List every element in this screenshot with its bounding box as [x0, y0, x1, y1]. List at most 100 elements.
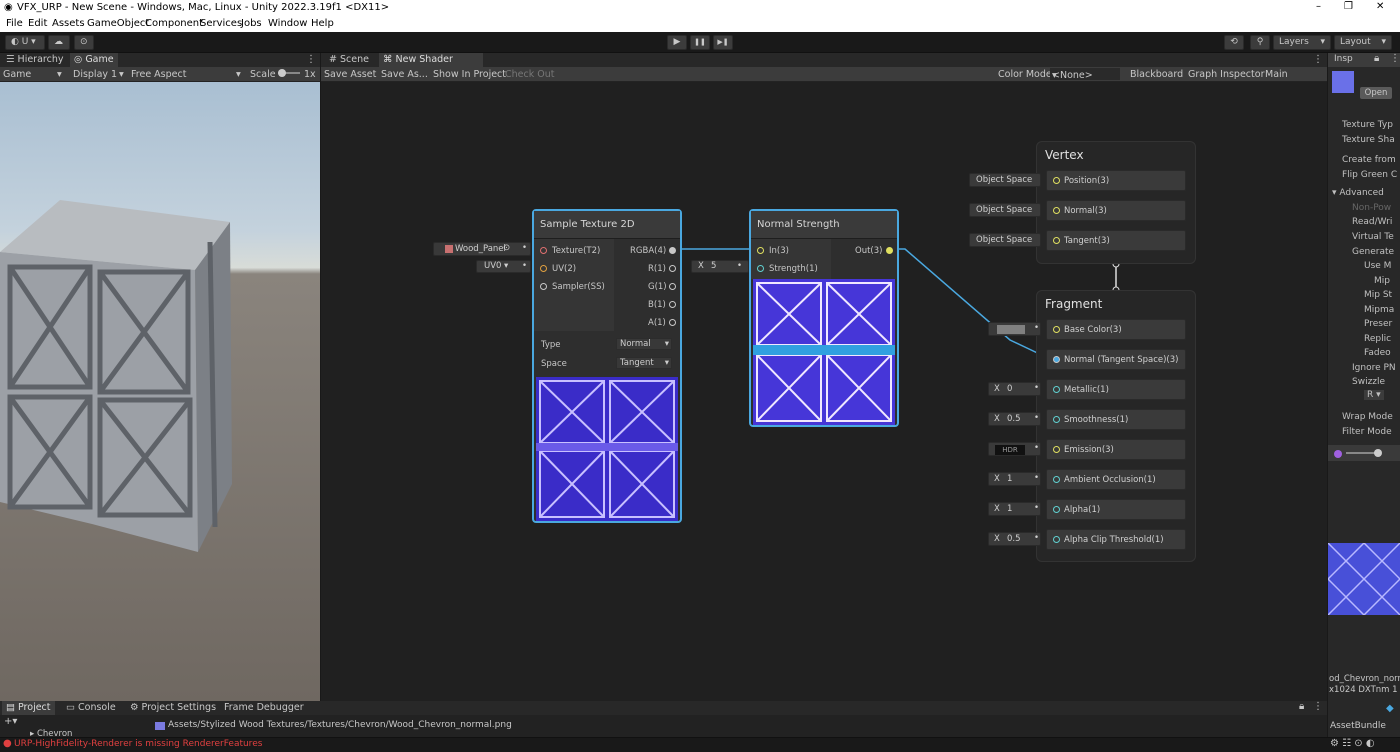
mip-stream-label: Mip St: [1364, 290, 1393, 300]
texture-preview: [536, 377, 678, 521]
ao-input[interactable]: X 1 •: [988, 472, 1041, 486]
in-port[interactable]: [757, 247, 764, 254]
metallic-input[interactable]: X 0 •: [988, 382, 1041, 396]
block-label: Alpha Clip Threshold(1): [1064, 535, 1164, 545]
inspector-panel: Insp 🔒︎ ⋮ Open Texture Typ Texture Sha Cre…: [1327, 53, 1400, 701]
tab-project-settings[interactable]: ⚙ Project Settings: [126, 701, 220, 715]
tab-frame-debugger[interactable]: Frame Debugger: [220, 701, 308, 715]
target-icon: ⊙: [503, 243, 511, 253]
object-space-input[interactable]: Object Space: [969, 233, 1041, 247]
channel-icon[interactable]: [1334, 450, 1342, 458]
uv-port[interactable]: [540, 265, 547, 272]
open-button[interactable]: Open: [1360, 87, 1392, 99]
connector-dot-icon: •: [1034, 473, 1040, 483]
alpha-input[interactable]: X 1 •: [988, 502, 1041, 516]
more-options-icon[interactable]: ⋮: [1313, 701, 1323, 712]
ao-port[interactable]: [1053, 476, 1060, 483]
position-port[interactable]: [1053, 177, 1060, 184]
strength-port[interactable]: [757, 265, 764, 272]
space-dropdown[interactable]: Tangent ▾: [616, 357, 672, 369]
normal-strength-node[interactable]: Normal Strength In(3) Strength(1) Out(3): [749, 209, 899, 427]
status-icons[interactable]: ⚙ ☷ ⊙ ◐: [1330, 738, 1375, 749]
g-port[interactable]: [669, 283, 676, 290]
vertex-block-normal[interactable]: Normal(3): [1046, 200, 1186, 221]
x-label: X: [994, 414, 1000, 424]
flip-green-label: Flip Green C: [1342, 170, 1398, 180]
port-label: Out(3): [855, 246, 883, 256]
rgba-port[interactable]: [669, 247, 676, 254]
type-value: Normal: [620, 339, 651, 349]
vertex-block-position[interactable]: Position(3): [1046, 170, 1186, 191]
file-icon: [155, 722, 165, 730]
metallic-port[interactable]: [1053, 386, 1060, 393]
fragment-block-ao[interactable]: Ambient Occlusion(1): [1046, 469, 1186, 490]
port-label: R(1): [648, 264, 666, 274]
emission-input[interactable]: HDR •: [988, 442, 1041, 456]
r-port[interactable]: [669, 265, 676, 272]
lock-icon[interactable]: 🔒︎: [1299, 701, 1304, 712]
connector-dot-icon: •: [1034, 533, 1040, 543]
b-port[interactable]: [669, 301, 676, 308]
sampler-port[interactable]: [540, 283, 547, 290]
tangent-port[interactable]: [1053, 237, 1060, 244]
virtual-texture-label: Virtual Te: [1352, 232, 1394, 242]
fragment-block-normal[interactable]: Normal (Tangent Space)(3): [1046, 349, 1186, 370]
a-port[interactable]: [669, 319, 676, 326]
vertex-block-tangent[interactable]: Tangent(3): [1046, 230, 1186, 251]
block-label: Alpha(1): [1064, 505, 1101, 515]
add-icon[interactable]: +▾: [4, 716, 17, 727]
emission-port[interactable]: [1053, 446, 1060, 453]
x-label: X: [994, 384, 1000, 394]
asset-bundle-bar: ◆ AssetBundle: [1328, 701, 1400, 737]
tab-console[interactable]: ▭ Console: [62, 701, 120, 715]
uv-channel-dropdown[interactable]: UV0 ▾ •: [476, 260, 531, 273]
fragment-block-alpha[interactable]: Alpha(1): [1046, 499, 1186, 520]
advanced-foldout[interactable]: ▾ Advanced: [1332, 188, 1384, 198]
alpha-clip-port[interactable]: [1053, 536, 1060, 543]
error-message[interactable]: URP-HighFidelity-Renderer is missing Ren…: [14, 739, 262, 749]
chevron-down-icon: ▾: [504, 261, 509, 271]
more-options-icon[interactable]: ⋮: [1390, 53, 1400, 64]
block-label: Position(3): [1064, 176, 1110, 186]
swizzle-label: Swizzle: [1352, 377, 1386, 387]
asset-info: x1024 DXTnm 1: [1329, 685, 1398, 695]
port-label: RGBA(4): [630, 246, 667, 256]
connector-dot-icon: •: [1034, 383, 1040, 393]
strength-input[interactable]: X 5 •: [691, 260, 749, 273]
property-node-wood-panel[interactable]: Wood_Panel ⊙ •: [433, 242, 531, 256]
tab-project[interactable]: ▤ Project: [2, 701, 55, 715]
fragment-block-base-color[interactable]: Base Color(3): [1046, 319, 1186, 340]
strength-value: 5: [711, 261, 717, 271]
connector-dot-icon: •: [737, 261, 743, 271]
swizzle-r-dropdown[interactable]: R ▾: [1364, 390, 1384, 400]
use-mip-label: Use M: [1364, 261, 1392, 271]
out-port[interactable]: [886, 247, 893, 254]
fragment-block-smoothness[interactable]: Smoothness(1): [1046, 409, 1186, 430]
fragment-block-alpha-clip[interactable]: Alpha Clip Threshold(1): [1046, 529, 1186, 550]
tab-inspector[interactable]: Insp 🔒︎ ⋮: [1328, 53, 1400, 67]
metallic-value: 0: [1007, 384, 1013, 394]
base-color-input[interactable]: •: [988, 322, 1041, 336]
sample-texture-2d-node[interactable]: Sample Texture 2D Texture(T2) UV(2) Samp…: [532, 209, 682, 523]
alpha-value: 1: [1007, 504, 1013, 514]
lock-icon[interactable]: 🔒︎: [1374, 53, 1379, 64]
alpha-port[interactable]: [1053, 506, 1060, 513]
type-dropdown[interactable]: Normal ▾: [616, 338, 672, 350]
base-color-port[interactable]: [1053, 326, 1060, 333]
object-space-input[interactable]: Object Space: [969, 203, 1041, 217]
texture-port[interactable]: [540, 247, 547, 254]
fragment-block-emission[interactable]: Emission(3): [1046, 439, 1186, 460]
port-label: Strength(1): [769, 264, 818, 274]
smoothness-input[interactable]: X 0.5 •: [988, 412, 1041, 426]
alpha-clip-input[interactable]: X 0.5 •: [988, 532, 1041, 546]
port-label: A(1): [648, 318, 666, 328]
fragment-block-metallic[interactable]: Metallic(1): [1046, 379, 1186, 400]
normal-ts-port[interactable]: [1053, 356, 1060, 363]
normal-port[interactable]: [1053, 207, 1060, 214]
connector-dot-icon: •: [1034, 443, 1040, 453]
tab-project-label: Project: [18, 702, 51, 713]
object-space-input[interactable]: Object Space: [969, 173, 1041, 187]
create-from-label: Create from: [1342, 155, 1396, 165]
mip-slider-thumb[interactable]: [1374, 449, 1382, 457]
smoothness-port[interactable]: [1053, 416, 1060, 423]
